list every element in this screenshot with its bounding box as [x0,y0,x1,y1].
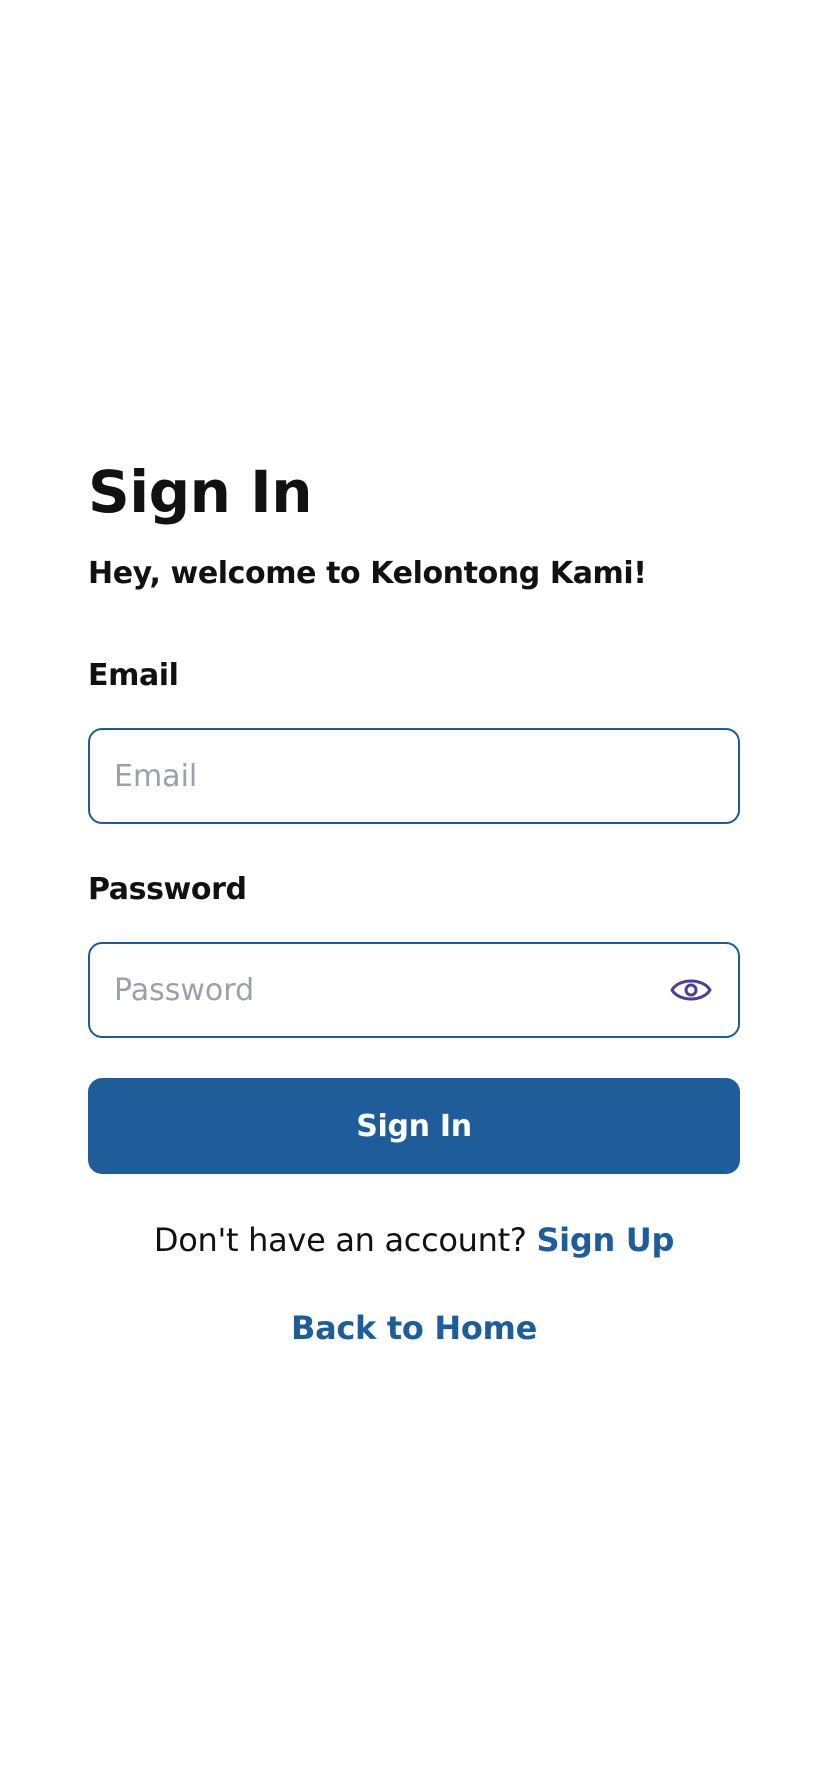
show-password-toggle[interactable] [670,972,712,1008]
signin-form-container: Sign In Hey, welcome to Kelontong Kami! … [88,452,740,1350]
eye-icon [670,979,712,1001]
signup-row: Don't have an account? Sign Up [88,1218,740,1262]
email-field[interactable] [114,730,654,822]
password-field-container [88,942,740,1038]
password-field[interactable] [114,944,654,1036]
back-to-home-link[interactable]: Back to Home [291,1309,537,1347]
page-subtitle: Hey, welcome to Kelontong Kami! [88,556,647,591]
back-row: Back to Home [88,1306,740,1350]
signup-prompt: Don't have an account? [153,1221,537,1259]
sign-in-button-label: Sign In [356,1108,472,1144]
sign-up-link[interactable]: Sign Up [536,1221,674,1259]
sign-in-button[interactable]: Sign In [88,1078,740,1174]
email-label: Email [88,658,179,693]
password-label: Password [88,872,247,907]
page-title: Sign In [88,458,313,526]
email-field-container [88,728,740,824]
